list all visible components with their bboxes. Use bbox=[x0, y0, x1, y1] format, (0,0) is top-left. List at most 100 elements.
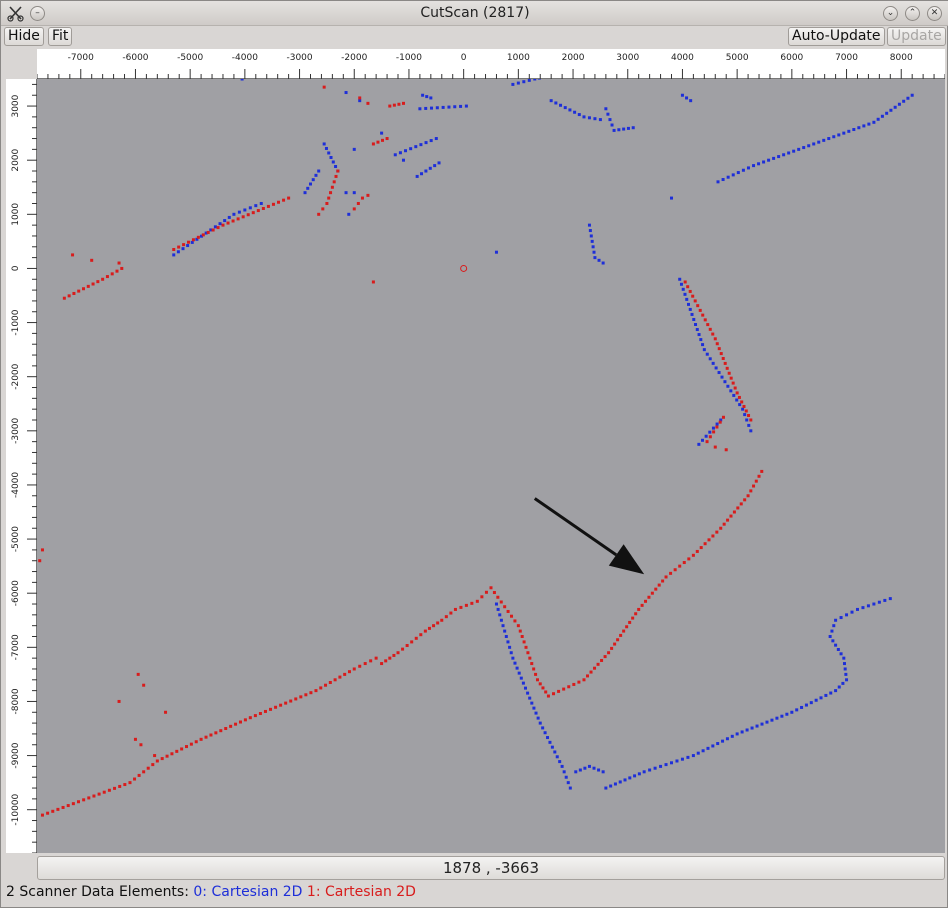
series1-point bbox=[221, 223, 225, 227]
series0-point bbox=[515, 666, 519, 670]
series1-point bbox=[562, 687, 566, 691]
series0-point bbox=[843, 667, 847, 671]
series1-point bbox=[241, 215, 245, 219]
series0-point bbox=[589, 234, 593, 238]
series1-point bbox=[110, 272, 114, 276]
y-tick-label: 0 bbox=[11, 265, 21, 271]
series1-point bbox=[396, 651, 400, 655]
series0-point bbox=[642, 770, 646, 774]
update-button[interactable]: Update bbox=[887, 27, 946, 46]
series0-point bbox=[308, 182, 312, 186]
series1-point bbox=[384, 659, 388, 663]
series1-point bbox=[427, 626, 431, 630]
series1-point bbox=[644, 599, 648, 603]
series1-point bbox=[194, 740, 198, 744]
series1-point bbox=[503, 605, 507, 609]
series0-point bbox=[590, 239, 594, 243]
series0-point bbox=[910, 93, 914, 97]
series1-point bbox=[724, 448, 728, 452]
series1-point bbox=[392, 103, 396, 107]
y-tick-label: -6000 bbox=[11, 580, 21, 606]
series1-point bbox=[682, 561, 686, 565]
series0-point bbox=[876, 117, 880, 121]
series1-point bbox=[366, 101, 370, 105]
series0-point bbox=[842, 131, 846, 135]
series1-point bbox=[322, 85, 326, 89]
x-tick-label: 4000 bbox=[671, 53, 694, 63]
series1-point bbox=[321, 207, 325, 211]
series0-point bbox=[528, 696, 532, 700]
series0-point bbox=[782, 153, 786, 157]
series0-point bbox=[418, 107, 422, 111]
series0-point bbox=[659, 764, 663, 768]
series1-point bbox=[151, 763, 155, 767]
series1-point bbox=[707, 538, 711, 542]
title-bar[interactable]: – CutScan (2817) ⌄ ⌃ ✕ bbox=[1, 1, 948, 26]
series0-point bbox=[612, 128, 616, 132]
series1-point bbox=[541, 686, 545, 690]
series1-point bbox=[754, 479, 758, 483]
series1-point bbox=[449, 611, 453, 615]
series1-point bbox=[607, 651, 611, 655]
series1-point bbox=[319, 686, 323, 690]
series1-point bbox=[572, 682, 576, 686]
series0-point bbox=[697, 442, 701, 446]
series1-point bbox=[695, 549, 699, 553]
series0-point bbox=[845, 678, 849, 682]
series1-point bbox=[708, 435, 712, 439]
series0-point bbox=[550, 745, 554, 749]
series0-point bbox=[807, 144, 811, 148]
series1-point bbox=[640, 603, 644, 607]
series0-point bbox=[420, 172, 424, 176]
series1-point bbox=[544, 690, 548, 694]
x-tick-label: 7000 bbox=[835, 53, 858, 63]
series1-point bbox=[401, 101, 405, 105]
series1-point bbox=[113, 786, 117, 790]
series0-point bbox=[537, 79, 541, 80]
x-tick-label: -2000 bbox=[341, 53, 367, 63]
series1-point bbox=[177, 245, 181, 249]
series0-point bbox=[797, 147, 801, 151]
chevron-down-icon[interactable]: ⌄ bbox=[883, 6, 898, 21]
y-tick-label: 1000 bbox=[11, 203, 21, 226]
series0-point bbox=[711, 361, 715, 365]
series1-point bbox=[324, 683, 328, 687]
series0-point bbox=[834, 618, 838, 622]
series1-point bbox=[480, 595, 484, 599]
series1-point bbox=[637, 607, 641, 611]
series1-point bbox=[526, 651, 530, 655]
chevron-up-icon[interactable]: ⌃ bbox=[905, 6, 920, 21]
series1-point bbox=[101, 277, 105, 281]
series0-point bbox=[711, 744, 715, 748]
series0-point bbox=[770, 718, 774, 722]
series0-point bbox=[532, 706, 536, 710]
series0-point bbox=[604, 107, 608, 111]
scan-plot-area[interactable] bbox=[37, 79, 945, 853]
series0-point bbox=[631, 126, 635, 130]
series0-point bbox=[686, 755, 690, 759]
series1-point bbox=[299, 695, 303, 699]
series0-point bbox=[564, 775, 568, 779]
series1-point bbox=[128, 781, 132, 785]
series1-point bbox=[289, 699, 293, 703]
series1-point bbox=[338, 675, 342, 679]
series0-point bbox=[708, 430, 712, 434]
series1-point bbox=[743, 498, 747, 502]
series0-point bbox=[601, 261, 605, 265]
series1-point bbox=[256, 209, 260, 213]
series1-point bbox=[90, 258, 94, 262]
fit-button[interactable]: Fit bbox=[48, 27, 73, 46]
series0-point bbox=[746, 166, 750, 170]
auto-update-button[interactable]: Auto-Update bbox=[788, 27, 885, 46]
series1-point bbox=[740, 400, 744, 404]
series1-point bbox=[388, 656, 392, 660]
series0-point bbox=[678, 277, 682, 281]
series0-point bbox=[889, 108, 893, 112]
series0-point bbox=[352, 147, 356, 151]
series1-point bbox=[46, 811, 50, 815]
close-icon[interactable]: ✕ bbox=[927, 6, 942, 21]
series0-point bbox=[546, 736, 550, 740]
series0-point bbox=[752, 164, 756, 168]
hide-button[interactable]: Hide bbox=[4, 27, 44, 46]
series1-point bbox=[706, 323, 710, 327]
